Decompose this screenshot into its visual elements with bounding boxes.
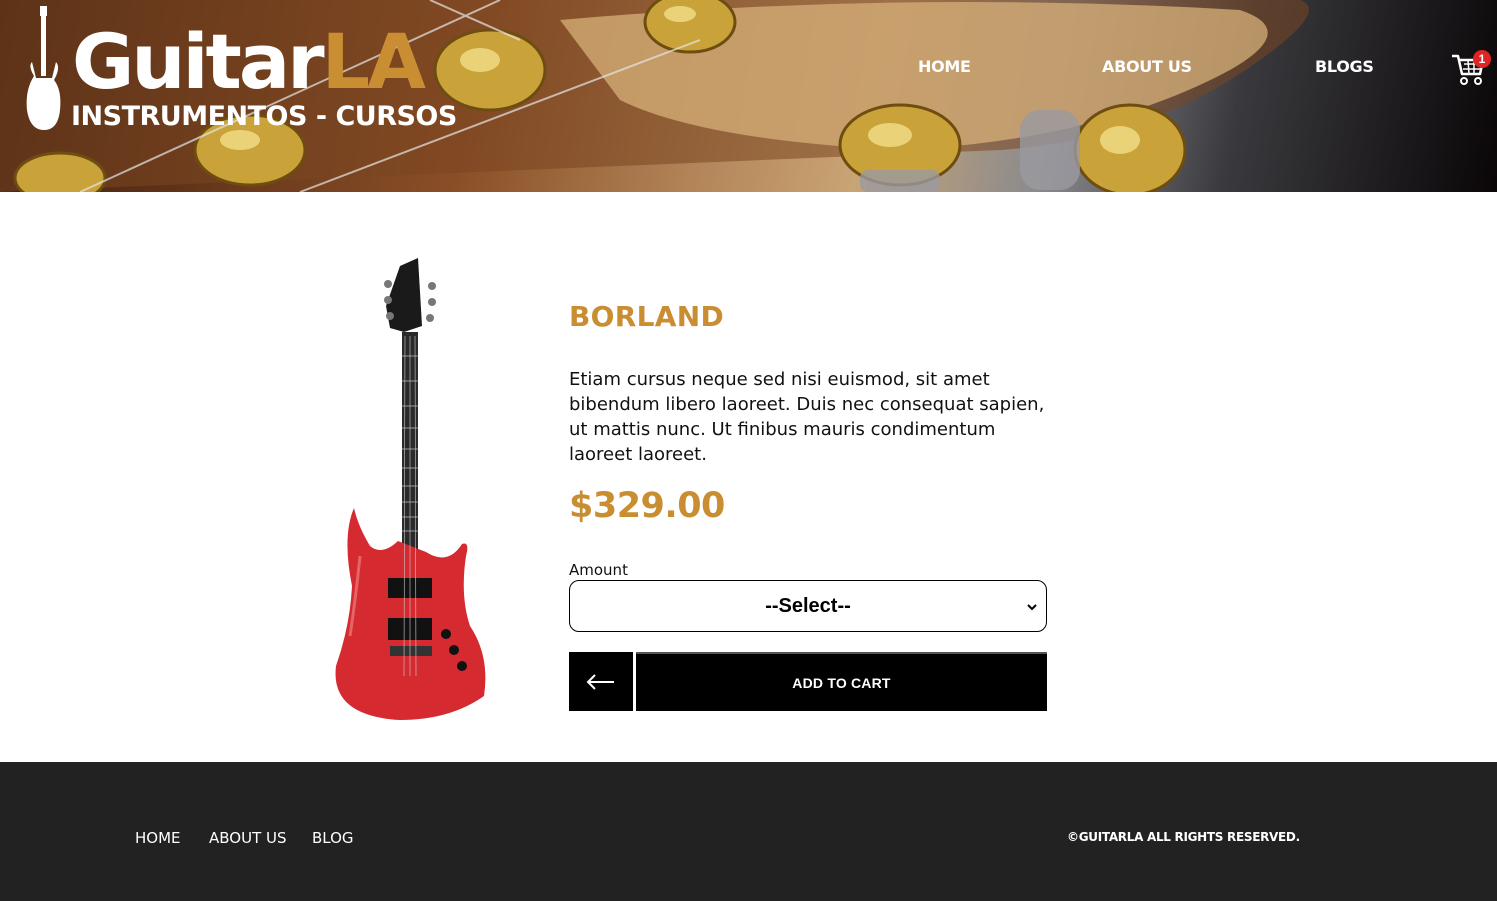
product-price: $329.00 (569, 486, 725, 526)
amount-label: Amount (569, 561, 628, 579)
logo-wordmark: GuitarLA (72, 22, 426, 102)
logo-word-accent: LA (321, 17, 426, 106)
chevron-down-icon (1027, 604, 1037, 611)
cart-count-badge: 1 (1473, 50, 1491, 68)
logo-tagline: INSTRUMENTOS - CURSOS (71, 101, 457, 132)
logo-word-main: Guitar (72, 17, 325, 106)
site-footer: HOME ABOUT US BLOG ©GUITARLA ALL RIGHTS … (0, 762, 1497, 901)
amount-select-value: --Select-- (765, 595, 851, 617)
guitar-logo-icon (26, 6, 61, 130)
product-guitar-image (335, 258, 486, 720)
product-name: BORLAND (569, 300, 724, 333)
nav-blogs-link[interactable]: BLOGS (1315, 57, 1374, 76)
nav-about-link[interactable]: ABOUT US (1102, 57, 1192, 76)
back-button[interactable] (569, 652, 633, 711)
cart-button[interactable]: 1 (1451, 50, 1493, 88)
copyright-text: ©GUITARLA ALL RIGHTS RESERVED. (1067, 830, 1300, 844)
site-header: GuitarLA INSTRUMENTOS - CURSOS HOME ABOU… (0, 0, 1497, 192)
nav-home-link[interactable]: HOME (918, 57, 971, 76)
footer-home-link[interactable]: HOME (135, 829, 181, 847)
footer-blog-link[interactable]: BLOG (312, 829, 354, 847)
add-to-cart-button[interactable]: ADD TO CART (636, 652, 1047, 711)
product-description: Etiam cursus neque sed nisi euismod, sit… (569, 369, 1045, 465)
site-logo[interactable]: GuitarLA INSTRUMENTOS - CURSOS (24, 4, 457, 134)
amount-select[interactable]: --Select-- (569, 580, 1047, 632)
footer-about-link[interactable]: ABOUT US (209, 829, 287, 847)
arrow-left-icon (586, 674, 614, 690)
